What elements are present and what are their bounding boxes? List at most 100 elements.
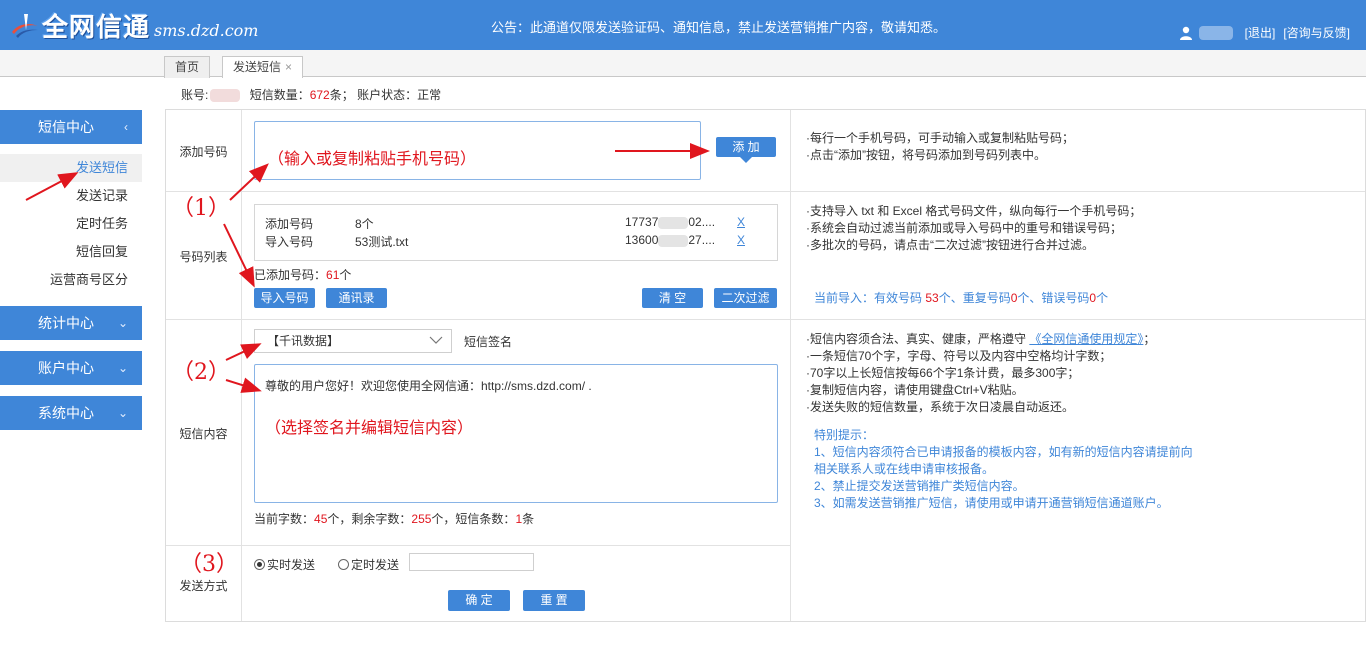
phone-input[interactable]: （输入或复制粘贴手机号码） [254, 121, 701, 180]
special-title: 特别提示： [814, 428, 875, 442]
tip-line: ·短信内容须合法、真实、健康，严格遵守 《全网信通使用规定》； [806, 331, 1155, 348]
delete-row-button[interactable]: X [737, 233, 745, 247]
preview-redacted [658, 234, 689, 247]
user-icon [1179, 26, 1192, 40]
tip-line: ·70字以上长短信按每66个字1条计费，最多300字； [806, 366, 1080, 380]
import-stat-suffix: 个 [1096, 291, 1109, 305]
menu-stats-center[interactable]: 统计中心 ⌄ [0, 306, 142, 340]
send-sms-form: 添加号码 （输入或复制粘贴手机号码） 添 加 ·每行一个手机号码，可手动输入或复… [165, 109, 1366, 622]
tip-line: ·点击“添加”按钮，将号码添加到号码列表中。 [806, 148, 1046, 162]
feedback-link[interactable]: [咨询与反馈] [1283, 24, 1350, 41]
second-filter-button[interactable]: 二次过滤 [714, 288, 777, 308]
count-suffix: 条 [522, 512, 535, 526]
divider [166, 319, 1365, 320]
menu-sms-center[interactable]: 短信中心 ‹ [0, 110, 142, 144]
logout-link[interactable]: [退出] [1245, 24, 1276, 41]
added-number: 61 [326, 268, 340, 282]
confirm-button[interactable]: 确 定 [448, 590, 510, 611]
notice-text: 公告：此通道仅限发送验证码、通知信息，禁止发送营销推广内容，敬请知悉。 [491, 20, 947, 35]
account-status: 正常 [417, 88, 442, 102]
sms-count: 672 [309, 88, 330, 102]
brand-domain: sms.dzd.com [154, 20, 259, 40]
sms-content-textarea[interactable]: 尊敬的用户您好！欢迎您使用全网信通：http://sms.dzd.com/ . … [254, 364, 778, 503]
tab-bar: 首页 发送短信 × [0, 50, 1366, 78]
import-valid: 53 [925, 291, 939, 305]
tips-pre: ·短信内容须合法、真实、健康，严格遵守 [806, 332, 1030, 346]
signature-label: 短信签名 [464, 335, 513, 349]
menu-account-center[interactable]: 账户中心 ⌄ [0, 351, 142, 385]
added-unit: 个 [339, 268, 352, 282]
remaining-count: 255 [411, 512, 432, 526]
tips-post: ； [1143, 332, 1156, 346]
reset-button[interactable]: 重 置 [523, 590, 585, 611]
marker-1: （1） [172, 196, 230, 221]
signature-select[interactable]: 【千讯数据】 [254, 329, 452, 353]
preview-redacted [658, 216, 689, 229]
logo-swoosh-icon [12, 14, 38, 38]
add-button-pointer [740, 157, 752, 163]
sms-submenu: 发送短信 发送记录 定时任务 短信回复 运营商号区分 [0, 154, 142, 294]
added-label: 已添加号码： [254, 268, 327, 282]
tab-send-sms[interactable]: 发送短信 × [222, 56, 304, 78]
number-list-tips: ·支持导入 txt 和 Excel 格式号码文件，纵向每行一个手机号码； ·系统… [806, 203, 1141, 254]
menu-account-center-label: 账户中心 [38, 360, 94, 376]
sidebar-item-send-record[interactable]: 发送记录 [0, 182, 142, 210]
row-preview: 13600 27.... [625, 233, 715, 247]
radio-realtime[interactable]: 实时发送 [254, 556, 315, 573]
add-number-label: 添加号码 [179, 145, 228, 159]
menu-system-center[interactable]: 系统中心 ⌄ [0, 396, 142, 430]
delete-row-button[interactable]: X [737, 215, 745, 229]
clear-button[interactable]: 清 空 [642, 288, 703, 308]
import-stat-mid1: 个、重复号码 [938, 291, 1011, 305]
chevron-down-icon [429, 336, 443, 344]
divider [790, 110, 791, 621]
preview-start: 13600 [625, 233, 659, 247]
added-count: 已添加号码：61个 [254, 266, 351, 283]
current-count: 45 [314, 512, 328, 526]
logo[interactable]: 全网信通 sms.dzd.com [10, 8, 259, 43]
import-numbers-button[interactable]: 导入号码 [254, 288, 315, 308]
sms-content-label: 短信内容 [179, 427, 228, 441]
row-count: 53测试.txt [355, 235, 409, 249]
count-prefix: 当前字数： [254, 512, 315, 526]
sidebar-item-sms-reply[interactable]: 短信回复 [0, 238, 142, 266]
chevron-left-icon: ‹ [124, 120, 128, 134]
radio-unchecked-icon [338, 559, 349, 570]
tab-close-icon[interactable]: × [285, 60, 292, 74]
add-button[interactable]: 添 加 [716, 137, 776, 157]
sidebar-item-send-sms[interactable]: 发送短信 [0, 154, 142, 182]
list-item: 导入号码 53测试.txt 13600 27.... X [265, 233, 770, 251]
number-list: 添加号码 8个 17737 02.... X 导入号码 53测试.txt 1360… [254, 204, 778, 261]
radio-realtime-label: 实时发送 [267, 558, 316, 572]
usage-rules-link[interactable]: 《全网信通使用规定》 [1029, 332, 1143, 346]
special-line: 相关联系人或在线申请审核报备。 [814, 462, 995, 476]
marker-2: （2） [172, 360, 230, 385]
send-mode-label: 发送方式 [179, 579, 228, 593]
status-label: 账户状态： [357, 88, 418, 102]
tab-home[interactable]: 首页 [164, 56, 211, 78]
list-item: 添加号码 8个 17737 02.... X [265, 215, 770, 233]
sidebar-item-scheduled[interactable]: 定时任务 [0, 210, 142, 238]
import-stat-mid2: 个、错误号码 [1017, 291, 1090, 305]
sms-content-tips: ·短信内容须合法、真实、健康，严格遵守 《全网信通使用规定》； ·一条短信70个… [806, 331, 1155, 416]
tip-line: ·每行一个手机号码，可手动输入或复制粘贴号码； [806, 131, 1074, 145]
tip-line: ·一条短信70个字，字母、符号以及内容中空格均计字数； [806, 349, 1112, 363]
import-stats: 当前导入：有效号码 53个、重复号码0个、错误号码0个 [814, 290, 1108, 307]
scheduled-time-input[interactable] [409, 553, 534, 571]
contacts-button[interactable]: 通讯录 [326, 288, 387, 308]
sms-count-unit: 条； [329, 88, 354, 102]
sidebar-item-carrier[interactable]: 运营商号区分 [0, 266, 142, 294]
signature-selected: 【千讯数据】 [267, 334, 340, 348]
special-line: 2、禁止提交发送营销推广类短信内容。 [814, 479, 1025, 493]
tip-line: ·发送失败的短信数量，系统于次日凌晨自动返还。 [806, 400, 1074, 414]
add-number-tips: ·每行一个手机号码，可手动输入或复制粘贴号码； ·点击“添加”按钮，将号码添加到… [806, 130, 1074, 164]
marker-3: （3） [180, 552, 238, 577]
number-list-label: 号码列表 [179, 250, 228, 264]
radio-scheduled[interactable]: 定时发送 [338, 556, 399, 573]
phone-input-hint: （输入或复制粘贴手机号码） [268, 151, 477, 168]
radio-checked-icon [254, 559, 265, 570]
menu-sms-center-label: 短信中心 [38, 119, 94, 135]
special-notice: 特别提示： 1、短信内容须符合已申请报备的模板内容，如有新的短信内容请提前向 相… [814, 427, 1193, 512]
tip-line: ·支持导入 txt 和 Excel 格式号码文件，纵向每行一个手机号码； [806, 204, 1142, 218]
chevron-down-icon: ⌄ [117, 406, 128, 420]
